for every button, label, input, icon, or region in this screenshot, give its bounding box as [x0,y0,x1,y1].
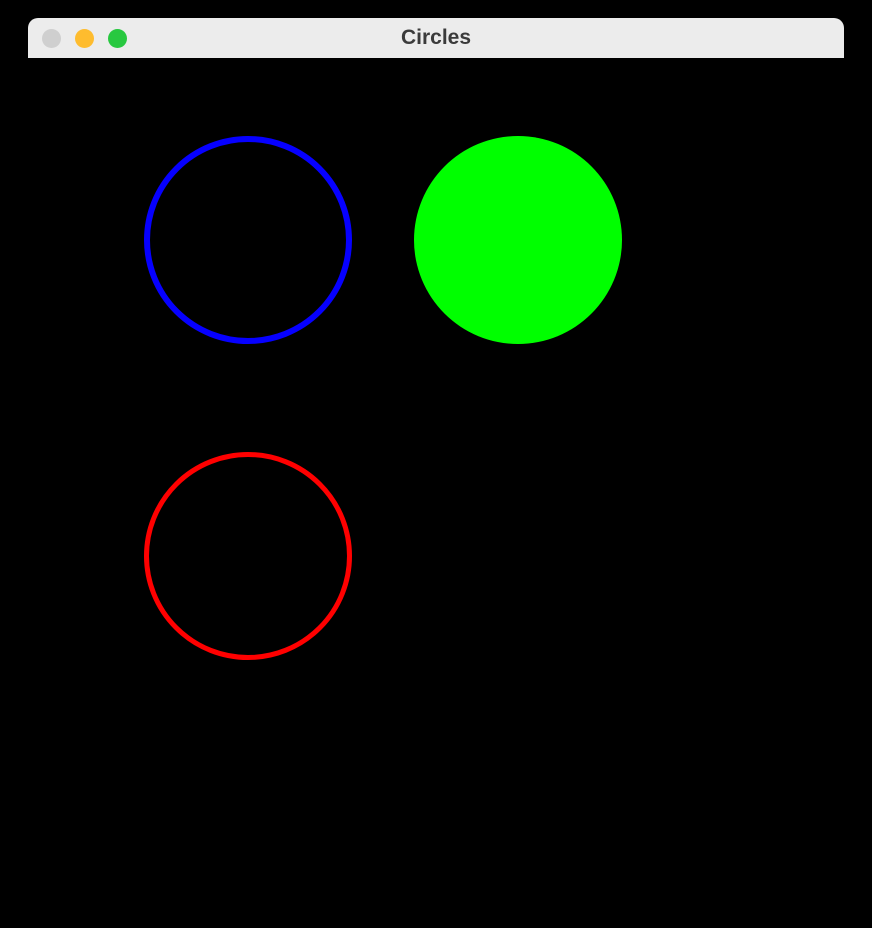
titlebar[interactable]: Circles [28,18,844,58]
close-button[interactable] [42,29,61,48]
red-circle [144,452,352,660]
app-window: Circles [0,0,872,928]
green-circle [414,136,622,344]
traffic-lights [42,29,127,48]
maximize-button[interactable] [108,29,127,48]
drawing-canvas[interactable] [28,58,844,910]
minimize-button[interactable] [75,29,94,48]
blue-circle [144,136,352,344]
window-title: Circles [28,26,844,50]
